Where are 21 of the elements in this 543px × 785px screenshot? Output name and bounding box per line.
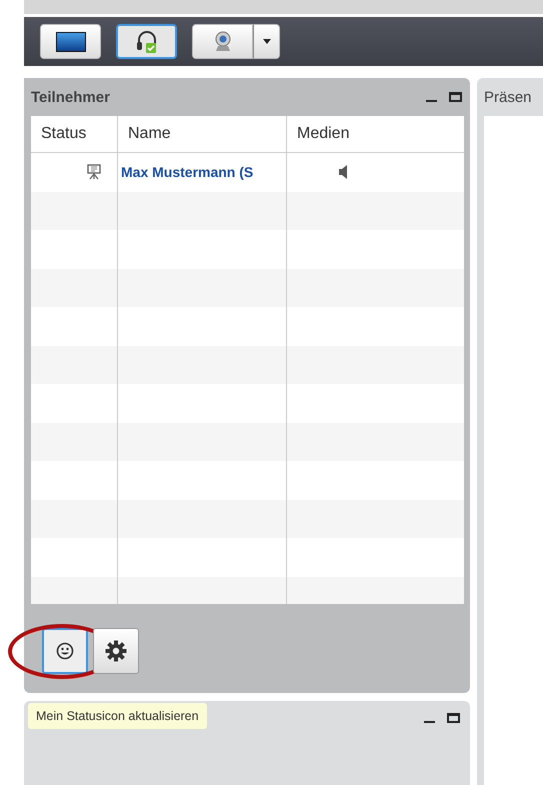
- caret-icon: [262, 39, 270, 44]
- monitor-icon: [56, 32, 86, 52]
- dropdown-button[interactable]: [253, 24, 280, 59]
- presenter-icon: [87, 164, 101, 180]
- tooltip: Mein Statusicon aktualisieren: [28, 703, 207, 729]
- maximize-icon[interactable]: [449, 92, 462, 102]
- maximize-icon[interactable]: [447, 713, 460, 723]
- toolbar-button[interactable]: [40, 24, 101, 59]
- speaker-icon: [339, 165, 349, 180]
- column-header[interactable]: Medien: [287, 116, 464, 152]
- headset-icon: [134, 30, 158, 54]
- column-header[interactable]: Name: [118, 116, 287, 152]
- panel-title: Teilnehmer: [31, 88, 110, 106]
- smiley-icon: [56, 642, 74, 660]
- toolbar-button[interactable]: [116, 24, 177, 59]
- panel-title: Präsen: [484, 88, 532, 106]
- panel-button[interactable]: [93, 628, 139, 674]
- column-header[interactable]: Status: [31, 116, 118, 152]
- participant-name[interactable]: Max Mustermann (S: [121, 164, 254, 180]
- panel-button[interactable]: [42, 628, 88, 674]
- gear-icon: [105, 640, 127, 662]
